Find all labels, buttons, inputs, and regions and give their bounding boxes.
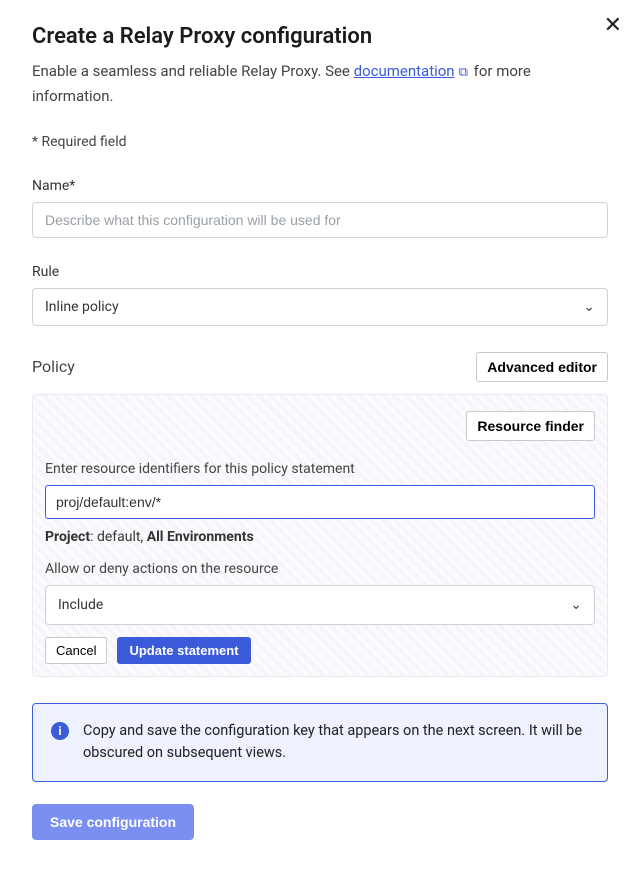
- resource-identifier-input[interactable]: [45, 485, 595, 519]
- page-title: Create a Relay Proxy configuration: [32, 24, 608, 49]
- external-link-icon: ⧉: [459, 65, 468, 80]
- allow-deny-value: Include: [58, 597, 103, 613]
- close-button[interactable]: ✕: [600, 10, 626, 40]
- policy-title: Policy: [32, 357, 75, 376]
- allow-deny-label: Allow or deny actions on the resource: [45, 561, 595, 577]
- info-banner: i Copy and save the configuration key th…: [32, 703, 608, 782]
- info-icon: i: [51, 722, 69, 740]
- subtitle-before: Enable a seamless and reliable Relay Pro…: [32, 62, 354, 80]
- project-prefix: Project: [45, 529, 90, 545]
- allow-deny-select[interactable]: Include ⌄: [45, 585, 595, 625]
- page-subtitle: Enable a seamless and reliable Relay Pro…: [32, 59, 608, 108]
- documentation-link-text: documentation: [354, 62, 455, 80]
- name-label: Name*: [32, 178, 608, 194]
- required-field-note: * Required field: [32, 134, 608, 150]
- info-text: Copy and save the configuration key that…: [83, 720, 589, 765]
- project-name: : default,: [90, 529, 147, 545]
- chevron-down-icon: ⌄: [570, 597, 582, 613]
- documentation-link[interactable]: documentation: [354, 62, 455, 80]
- project-summary: Project: default, All Environments: [45, 529, 595, 545]
- resource-finder-button[interactable]: Resource finder: [466, 411, 595, 441]
- save-configuration-button[interactable]: Save configuration: [32, 804, 194, 840]
- chevron-down-icon: ⌄: [583, 299, 595, 315]
- rule-select[interactable]: Inline policy ⌄: [32, 288, 608, 326]
- name-input[interactable]: [32, 202, 608, 238]
- advanced-editor-button[interactable]: Advanced editor: [476, 352, 608, 382]
- rule-label: Rule: [32, 264, 608, 280]
- rule-selected-value: Inline policy: [45, 299, 119, 315]
- update-statement-button[interactable]: Update statement: [117, 637, 250, 664]
- cancel-button[interactable]: Cancel: [45, 637, 107, 664]
- close-icon: ✕: [604, 12, 622, 37]
- resource-identifier-label: Enter resource identifiers for this poli…: [45, 461, 595, 477]
- all-environments: All Environments: [147, 529, 254, 545]
- policy-editor-panel: Resource finder Enter resource identifie…: [32, 394, 608, 677]
